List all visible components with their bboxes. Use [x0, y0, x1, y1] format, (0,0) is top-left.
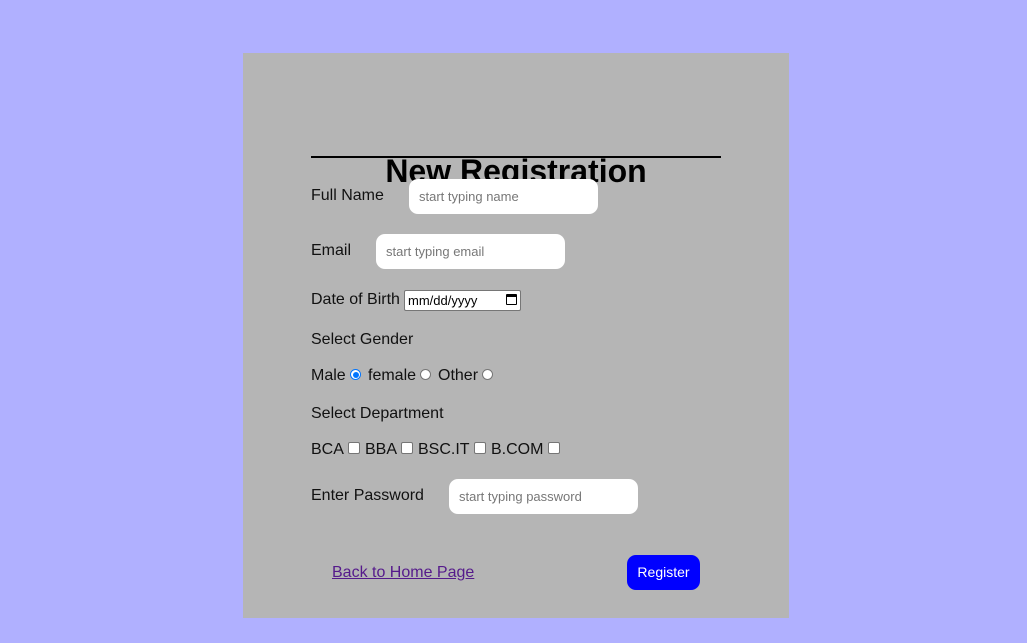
- department-option-label-bcom: B.COM: [491, 441, 544, 458]
- full-name-label: Full Name: [311, 187, 384, 204]
- gender-radio-male[interactable]: [350, 369, 361, 380]
- gender-radio-female[interactable]: [420, 369, 431, 380]
- dob-date-text: mm/dd/yyyy: [408, 293, 478, 308]
- gender-label: Select Gender: [311, 331, 414, 348]
- full-name-input[interactable]: [409, 179, 598, 214]
- department-checkbox-bcom[interactable]: [548, 442, 560, 454]
- department-option-label-bca: BCA: [311, 441, 344, 458]
- password-label: Enter Password: [311, 487, 424, 504]
- back-to-home-link[interactable]: Back to Home Page: [332, 563, 474, 583]
- department-label: Select Department: [311, 405, 444, 422]
- calendar-icon[interactable]: [506, 294, 517, 305]
- gender-option-label-other: Other: [438, 367, 479, 384]
- email-input[interactable]: [376, 234, 565, 269]
- title-divider: [311, 156, 721, 158]
- gender-option-label-female: female: [368, 367, 417, 384]
- gender-radio-other[interactable]: [482, 369, 493, 380]
- password-input[interactable]: [449, 479, 638, 514]
- department-checkbox-bca[interactable]: [348, 442, 360, 454]
- department-option-label-bba: BBA: [365, 441, 398, 458]
- department-option-label-bscit: BSC.IT: [418, 441, 470, 458]
- register-button[interactable]: Register: [627, 555, 700, 590]
- department-checkbox-bscit[interactable]: [474, 442, 486, 454]
- gender-option-label-male: Male: [311, 367, 346, 384]
- dob-label: Date of Birth: [311, 291, 400, 308]
- dob-date-input[interactable]: mm/dd/yyyy: [404, 290, 521, 311]
- email-label: Email: [311, 242, 352, 259]
- department-checkbox-bba[interactable]: [401, 442, 413, 454]
